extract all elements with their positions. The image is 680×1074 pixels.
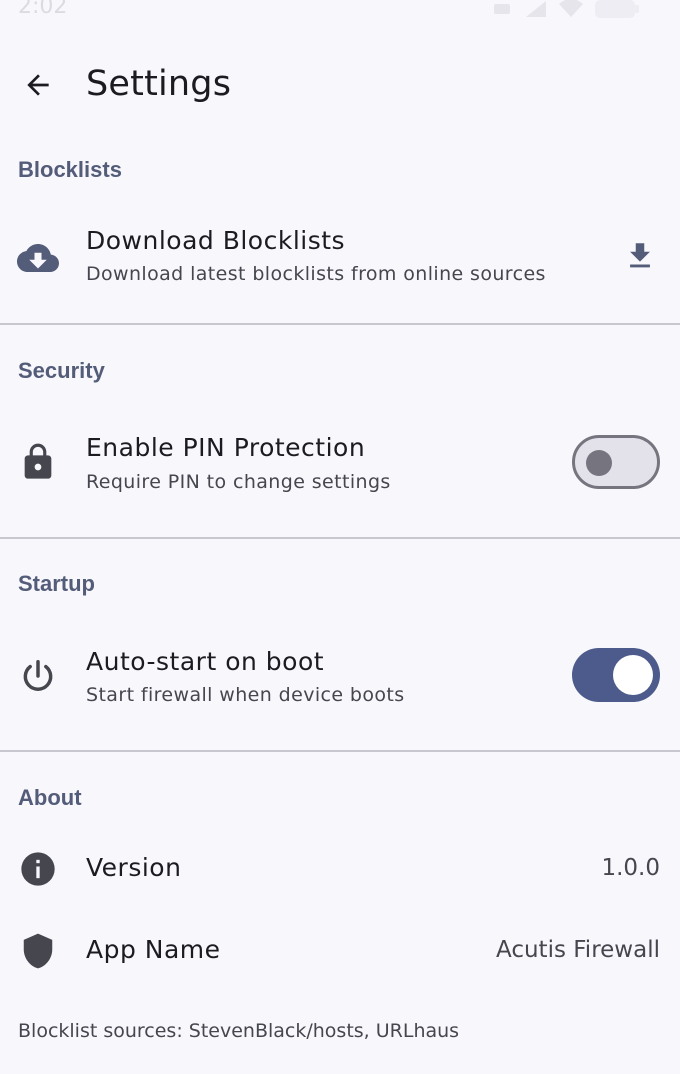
battery-icon bbox=[595, 0, 639, 18]
section-header-about: About bbox=[18, 785, 82, 810]
section-header-startup: Startup bbox=[18, 571, 95, 596]
wifi-icon bbox=[559, 0, 583, 17]
status-icons bbox=[492, 0, 640, 20]
pin-protection-subtitle: Require PIN to change settings bbox=[86, 471, 391, 493]
notification-icon bbox=[494, 4, 510, 14]
page-title: Settings bbox=[86, 64, 232, 104]
pin-protection-title: Enable PIN Protection bbox=[86, 433, 366, 462]
app-name-value: Acutis Firewall bbox=[496, 937, 660, 963]
row-icon-container bbox=[14, 927, 62, 975]
switch-thumb bbox=[613, 655, 653, 695]
power-icon bbox=[23, 660, 53, 691]
cloud-download-icon bbox=[17, 244, 59, 272]
top-app-bar: Settings bbox=[0, 52, 680, 118]
autostart-row[interactable]: Auto-start on boot Start firewall when d… bbox=[0, 634, 680, 724]
autostart-subtitle: Start firewall when device boots bbox=[86, 684, 405, 706]
settings-screen: 2:02 Settings Blocklists Download Blockl… bbox=[0, 0, 680, 1074]
blocklist-sources-text: Blocklist sources: StevenBlack/hosts, UR… bbox=[18, 1020, 460, 1042]
status-time: 2:02 bbox=[18, 0, 68, 19]
download-icon bbox=[630, 243, 650, 268]
arrow-back-icon bbox=[27, 74, 49, 96]
status-bar: 2:02 bbox=[0, 0, 680, 24]
download-blocklists-row[interactable]: Download Blocklists Download latest bloc… bbox=[0, 214, 680, 304]
divider bbox=[0, 323, 680, 325]
pin-protection-switch[interactable] bbox=[572, 435, 660, 489]
switch-thumb bbox=[586, 450, 612, 476]
signal-icon bbox=[526, 1, 546, 17]
download-button[interactable] bbox=[620, 236, 660, 276]
download-blocklists-subtitle: Download latest blocklists from online s… bbox=[86, 263, 546, 285]
download-blocklists-title: Download Blocklists bbox=[86, 226, 346, 255]
pin-protection-row[interactable]: Enable PIN Protection Require PIN to cha… bbox=[0, 420, 680, 510]
version-row: Version 1.0.0 bbox=[0, 840, 680, 898]
row-icon-container bbox=[14, 438, 62, 486]
app-name-row: App Name Acutis Firewall bbox=[0, 922, 680, 980]
autostart-title: Auto-start on boot bbox=[86, 647, 325, 676]
lock-icon bbox=[24, 443, 52, 479]
row-icon-container bbox=[14, 652, 62, 700]
version-value: 1.0.0 bbox=[601, 855, 660, 881]
autostart-switch[interactable] bbox=[572, 648, 660, 702]
row-icon-container bbox=[14, 234, 62, 282]
shield-icon bbox=[23, 933, 53, 969]
divider bbox=[0, 537, 680, 539]
info-icon bbox=[21, 852, 55, 886]
divider bbox=[0, 750, 680, 752]
row-icon-container bbox=[14, 845, 62, 893]
app-name-label: App Name bbox=[86, 935, 221, 964]
section-header-security: Security bbox=[18, 358, 105, 383]
version-label: Version bbox=[86, 853, 182, 882]
section-header-blocklists: Blocklists bbox=[18, 157, 122, 182]
back-button[interactable] bbox=[14, 61, 62, 109]
